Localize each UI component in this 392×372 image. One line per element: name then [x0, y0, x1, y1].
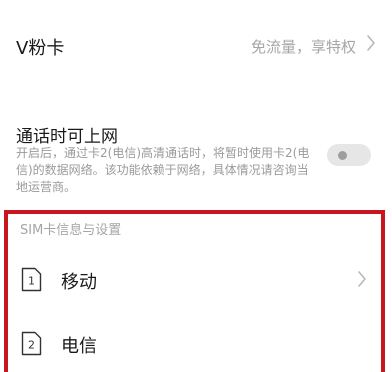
sim-item-1[interactable]: 1 移动	[8, 248, 381, 308]
vcard-subtitle: 免流量，享特权	[250, 38, 356, 56]
svg-text:2: 2	[28, 339, 35, 352]
sim-item-2[interactable]: 2 电信	[8, 312, 381, 372]
sim-item-label: 移动	[61, 272, 97, 293]
sim-item-label: 电信	[61, 336, 97, 357]
sim-card-icon: 1	[21, 267, 42, 292]
wifi-calling-toggle[interactable]	[327, 144, 371, 166]
vcard-row[interactable]: V粉卡 免流量，享特权	[0, 22, 392, 72]
sim-card-icon: 2	[21, 331, 42, 356]
svg-text:1: 1	[28, 275, 35, 288]
sim-settings-section: SIM卡信息与设置 1 移动 2 电信	[4, 210, 385, 372]
vcard-title: V粉卡	[16, 38, 65, 59]
wifi-calling-description: 开启后，通过卡2(电信)高清通话时，将暂时使用卡2(电信)的数据网络。该功能依赖…	[16, 146, 310, 194]
wifi-calling-title: 通话时可上网	[16, 127, 118, 147]
chevron-right-icon	[358, 271, 366, 287]
chevron-right-icon	[367, 35, 375, 51]
toggle-knob	[338, 151, 347, 160]
section-header: SIM卡信息与设置	[20, 223, 122, 238]
